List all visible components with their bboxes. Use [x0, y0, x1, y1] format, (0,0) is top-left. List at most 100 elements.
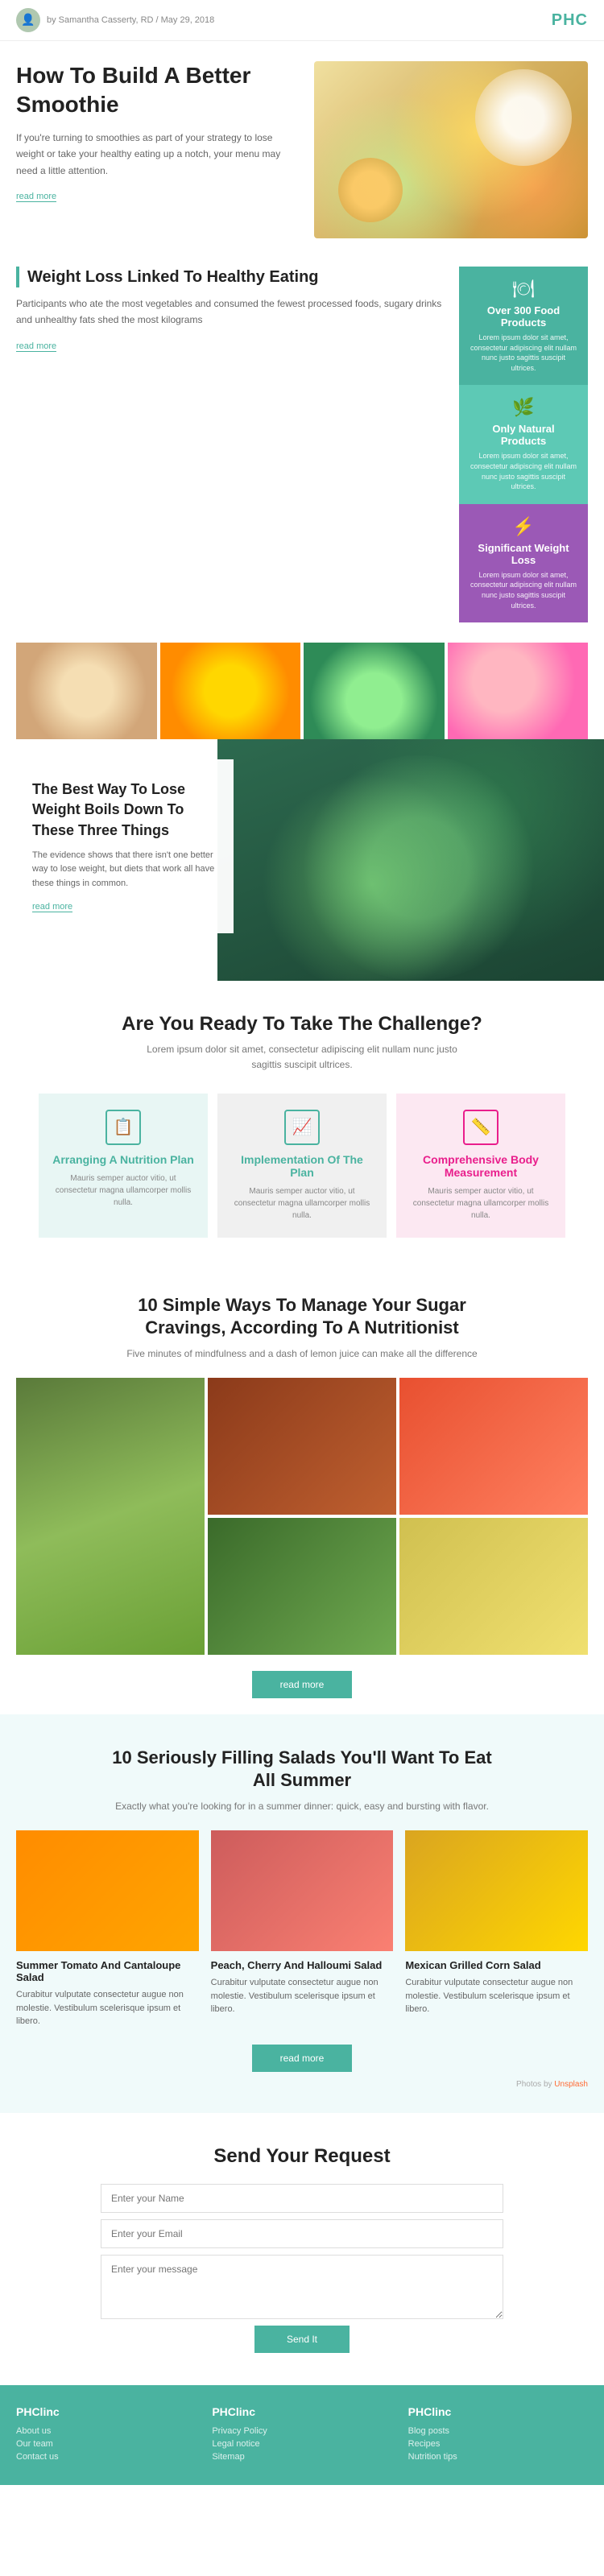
footer-col-1: PHClinc About us Our team Contact us: [16, 2405, 196, 2465]
salad-img-2: [211, 1830, 394, 1951]
salad-img-3: [405, 1830, 588, 1951]
banner-read-more[interactable]: read more: [32, 902, 72, 912]
footer-title-1: PHClinc: [16, 2405, 196, 2418]
salad-card-1: Summer Tomato And Cantaloupe Salad Curab…: [16, 1830, 199, 2028]
banner-desc: The evidence shows that there isn't one …: [32, 849, 217, 891]
salad-title-2: Peach, Cherry And Halloumi Salad: [211, 1959, 394, 1971]
header-logo: PHC: [552, 11, 588, 30]
header-author: by Samantha Casserty, RD / May 29, 2018: [47, 15, 214, 25]
implementation-text: Mauris semper auctor vitio, ut consectet…: [230, 1185, 374, 1222]
salad-img-1: [16, 1830, 199, 1951]
weight-cards: 🍽 Over 300 Food Products Lorem ipsum dol…: [459, 267, 588, 622]
footer-link-1-3[interactable]: Contact us: [16, 2452, 196, 2462]
weight-read-more[interactable]: read more: [16, 341, 56, 352]
natural-card-title: Only Natural Products: [469, 423, 578, 447]
challenge-card-nutrition: 📋 Arranging A Nutrition Plan Mauris semp…: [39, 1094, 208, 1238]
footer-link-3-2[interactable]: Recipes: [408, 2439, 588, 2449]
natural-card-text: Lorem ipsum dolor sit amet, consectetur …: [469, 451, 578, 491]
challenge-title: Are You Ready To Take The Challenge?: [16, 1013, 588, 1036]
salad-text-1: Curabitur vulputate consectetur augue no…: [16, 1988, 199, 2028]
measurement-title: Comprehensive Body Measurement: [408, 1153, 553, 1179]
challenge-card-measurement: 📏 Comprehensive Body Measurement Mauris …: [396, 1094, 565, 1238]
banner-title: The Best Way To Lose Weight Boils Down T…: [32, 779, 217, 841]
message-input[interactable]: [101, 2255, 503, 2319]
salad-card-3: Mexican Grilled Corn Salad Curabitur vul…: [405, 1830, 588, 2028]
challenge-card-implementation: 📈 Implementation Of The Plan Mauris semp…: [217, 1094, 387, 1238]
footer-title-3: PHClinc: [408, 2405, 588, 2418]
hero-title: How To Build A Better Smoothie: [16, 61, 298, 120]
photos-credit-source: Unsplash: [554, 2080, 588, 2089]
hero-read-more[interactable]: read more: [16, 192, 56, 202]
measurement-icon: 📏: [463, 1110, 499, 1145]
sugar-photo-5: [399, 1518, 588, 1655]
footer-col-3: PHClinc Blog posts Recipes Nutrition tip…: [408, 2405, 588, 2465]
footer: PHClinc About us Our team Contact us PHC…: [0, 2385, 604, 2485]
salad-title-1: Summer Tomato And Cantaloupe Salad: [16, 1959, 199, 1983]
hero-section: How To Build A Better Smoothie If you're…: [0, 41, 604, 250]
challenge-cards: 📋 Arranging A Nutrition Plan Mauris semp…: [16, 1094, 588, 1238]
sugar-photo-1: [16, 1378, 205, 1655]
salad-card-2: Peach, Cherry And Halloumi Salad Curabit…: [211, 1830, 394, 2028]
salads-read-more-btn[interactable]: read more: [252, 2045, 353, 2072]
banner-content: The Best Way To Lose Weight Boils Down T…: [16, 759, 234, 933]
implementation-title: Implementation Of The Plan: [230, 1153, 374, 1179]
salads-desc: Exactly what you're looking for in a sum…: [16, 1799, 588, 1814]
hero-description: If you're turning to smoothies as part o…: [16, 130, 298, 179]
sugar-photo-2: [208, 1378, 396, 1515]
big-banner: The Best Way To Lose Weight Boils Down T…: [0, 739, 604, 981]
footer-link-1-2[interactable]: Our team: [16, 2439, 196, 2449]
header-avatar: 👤: [16, 8, 40, 32]
submit-button[interactable]: Send It: [254, 2326, 350, 2353]
contact-form: Send It: [101, 2184, 503, 2353]
header: 👤 by Samantha Casserty, RD / May 29, 201…: [0, 0, 604, 41]
footer-link-3-3[interactable]: Nutrition tips: [408, 2452, 588, 2462]
sugar-photo-grid: [16, 1378, 588, 1655]
feature-card-natural: 🌿 Only Natural Products Lorem ipsum dolo…: [459, 385, 588, 503]
salad-text-3: Curabitur vulputate consectetur augue no…: [405, 1976, 588, 2016]
salads-title: 10 Seriously Filling Salads You'll Want …: [101, 1747, 503, 1792]
salad-title-3: Mexican Grilled Corn Salad: [405, 1959, 588, 1971]
implementation-icon: 📈: [284, 1110, 320, 1145]
weight-text: Weight Loss Linked To Healthy Eating Par…: [16, 267, 443, 353]
footer-link-2-2[interactable]: Legal notice: [212, 2439, 391, 2449]
sugar-photo-3: [399, 1378, 588, 1515]
food-icon: 🍽: [469, 279, 578, 300]
sugar-read-more-btn[interactable]: read more: [252, 1671, 353, 1698]
photos-credit: Photos by Unsplash: [16, 2080, 588, 2089]
sugar-photo-4: [208, 1518, 396, 1655]
weight-icon: ⚡: [469, 516, 578, 537]
weight-card-title: Significant Weight Loss: [469, 542, 578, 566]
hero-image: [314, 61, 588, 238]
weight-title: Weight Loss Linked To Healthy Eating: [16, 267, 443, 287]
weight-desc: Participants who ate the most vegetables…: [16, 296, 443, 329]
nutrition-plan-icon: 📋: [105, 1110, 141, 1145]
salads-section: 10 Seriously Filling Salads You'll Want …: [0, 1714, 604, 2113]
sugar-title: 10 Simple Ways To Manage Your Sugar Crav…: [101, 1294, 503, 1340]
feature-card-weight: ⚡ Significant Weight Loss Lorem ipsum do…: [459, 504, 588, 622]
measurement-text: Mauris semper auctor vitio, ut consectet…: [408, 1185, 553, 1222]
footer-col-2: PHClinc Privacy Policy Legal notice Site…: [212, 2405, 391, 2465]
footer-link-2-1[interactable]: Privacy Policy: [212, 2426, 391, 2436]
feature-card-food: 🍽 Over 300 Food Products Lorem ipsum dol…: [459, 267, 588, 385]
natural-icon: 🌿: [469, 397, 578, 418]
contact-title: Send Your Request: [16, 2145, 588, 2168]
nutrition-plan-text: Mauris semper auctor vitio, ut consectet…: [51, 1172, 196, 1209]
footer-title-2: PHClinc: [212, 2405, 391, 2418]
email-input[interactable]: [101, 2219, 503, 2248]
nutrition-plan-title: Arranging A Nutrition Plan: [51, 1153, 196, 1166]
footer-link-1-1[interactable]: About us: [16, 2426, 196, 2436]
sugar-desc: Five minutes of mindfulness and a dash o…: [16, 1346, 588, 1362]
challenge-desc: Lorem ipsum dolor sit amet, consectetur …: [133, 1042, 471, 1073]
food-card-title: Over 300 Food Products: [469, 304, 578, 329]
hero-text: How To Build A Better Smoothie If you're…: [16, 61, 298, 203]
food-images-row: [0, 643, 604, 739]
challenge-section: Are You Ready To Take The Challenge? Lor…: [0, 981, 604, 1261]
food-card-text: Lorem ipsum dolor sit amet, consectetur …: [469, 333, 578, 373]
footer-link-2-3[interactable]: Sitemap: [212, 2452, 391, 2462]
salads-grid: Summer Tomato And Cantaloupe Salad Curab…: [16, 1830, 588, 2028]
green-plate: [298, 755, 540, 981]
weight-section: Weight Loss Linked To Healthy Eating Par…: [0, 250, 604, 643]
name-input[interactable]: [101, 2184, 503, 2213]
footer-link-3-1[interactable]: Blog posts: [408, 2426, 588, 2436]
salad-text-2: Curabitur vulputate consectetur augue no…: [211, 1976, 394, 2016]
